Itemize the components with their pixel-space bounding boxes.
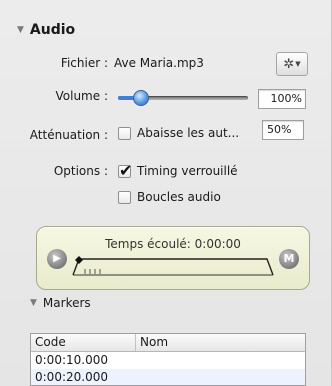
envelope-line[interactable]: [72, 258, 274, 276]
loop-checkbox-row[interactable]: Boucles audio: [118, 190, 221, 204]
markers-section-title: Markers: [42, 296, 91, 310]
attenuation-label: Atténuation :: [29, 128, 108, 142]
table-header: Code Nom: [31, 334, 305, 352]
column-header-name[interactable]: Nom: [136, 334, 168, 351]
attenuation-field[interactable]: 50%: [262, 120, 304, 140]
file-name: Ave Maria.mp3: [114, 56, 204, 70]
markers-table: Code Nom 0:00:10.000 0:00:20.000: [30, 333, 306, 386]
file-actions-button[interactable]: ✲ ▼: [276, 52, 308, 76]
loop-checkbox-label: Boucles audio: [137, 190, 221, 204]
attenuation-checkbox[interactable]: [118, 126, 131, 140]
add-marker-button[interactable]: M: [279, 249, 299, 269]
playhead-icon[interactable]: [75, 256, 83, 264]
waveform-envelope[interactable]: [71, 255, 275, 279]
elapsed-time-text: Temps écoulé: 0:00:00: [105, 237, 241, 251]
column-header-code[interactable]: Code: [31, 334, 136, 351]
disclosure-triangle-icon[interactable]: ▼: [17, 25, 24, 35]
timing-checkbox-row[interactable]: Timing verrouillé: [118, 161, 238, 180]
audio-section-header[interactable]: ▼ Audio: [17, 22, 75, 38]
timing-checkbox-label: Timing verrouillé: [137, 164, 238, 178]
file-label: Fichier :: [60, 56, 108, 70]
markers-section-header[interactable]: ▼ Markers: [30, 296, 91, 310]
audio-inspector-panel: ▼ Audio Fichier : Ave Maria.mp3 ✲ ▼ Volum…: [0, 0, 332, 386]
volume-slider[interactable]: [118, 90, 248, 106]
timing-checkbox[interactable]: [118, 161, 132, 180]
attenuation-checkbox-row[interactable]: Abaisse les aut...: [118, 126, 239, 140]
options-label: Options :: [53, 164, 108, 178]
audio-timeline: Temps écoulé: 0:00:00 ▶ M: [36, 226, 310, 290]
audio-section-title: Audio: [29, 22, 76, 38]
gear-icon: ✲: [283, 56, 295, 72]
volume-field[interactable]: 100%: [258, 89, 306, 109]
attenuation-checkbox-label: Abaisse les aut...: [137, 126, 240, 140]
disclosure-triangle-icon[interactable]: ▼: [30, 298, 37, 308]
loop-checkbox[interactable]: [118, 190, 131, 204]
timeline-ticks: [84, 269, 101, 274]
volume-label: Volume :: [55, 89, 109, 103]
chevron-down-icon: ▼: [295, 60, 301, 68]
table-row[interactable]: 0:00:20.000: [31, 369, 305, 385]
slider-knob[interactable]: [133, 90, 150, 106]
play-icon[interactable]: ▶: [47, 249, 67, 269]
table-row[interactable]: 0:00:10.000: [31, 352, 305, 369]
